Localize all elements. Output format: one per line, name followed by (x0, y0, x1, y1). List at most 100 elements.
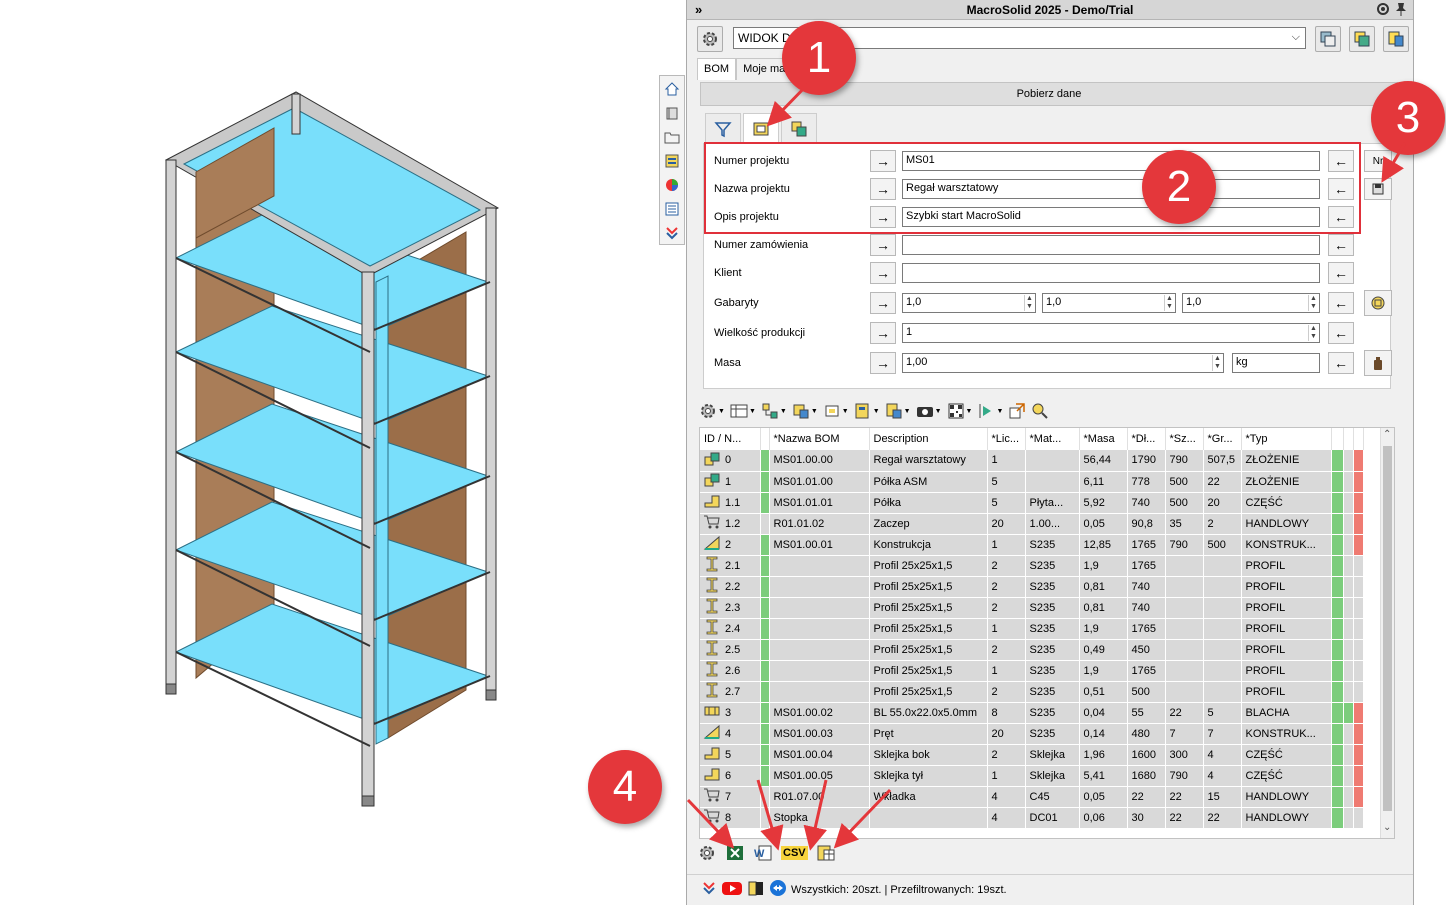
structure-button[interactable]: ▼ (759, 400, 789, 422)
column-header-mass[interactable]: *Masa (1079, 428, 1128, 450)
macrosolid-logo-icon[interactable] (701, 880, 717, 899)
project-name-field[interactable]: Regał warsztatowy (902, 179, 1320, 199)
list-icon[interactable] (661, 198, 683, 220)
pull-left-button[interactable]: ← (1328, 178, 1354, 200)
spinner-icon[interactable]: ▲ ▼ (1308, 325, 1318, 341)
view-action-button-2[interactable] (1349, 26, 1375, 52)
table-row[interactable]: 2.5 Profil 25x25x1,5 2 S235 0,49 450 PROFIL (700, 639, 1364, 661)
rename-button[interactable]: ▼ (883, 400, 913, 422)
run-macro-button[interactable]: ▼ (975, 400, 1005, 422)
push-right-button[interactable]: → (870, 150, 896, 172)
dimension-2-field[interactable]: 1,0 ▲ ▼ (1042, 293, 1176, 313)
home-icon[interactable] (661, 78, 683, 100)
column-header-bom-name[interactable]: *Nazwa BOM (769, 428, 870, 450)
scroll-down-icon[interactable]: ⌄ (1383, 822, 1391, 833)
spinner-icon[interactable]: ▲ ▼ (1212, 355, 1222, 371)
column-header-type[interactable]: *Typ (1241, 428, 1332, 450)
tab-project-data[interactable] (743, 113, 779, 143)
column-header-id[interactable]: ID / N... (700, 428, 761, 450)
pull-left-button[interactable]: ← (1328, 150, 1354, 172)
youtube-icon[interactable] (721, 880, 743, 899)
scrollbar-thumb[interactable] (1383, 446, 1392, 811)
search-button[interactable] (1029, 400, 1051, 422)
options-gear-button[interactable] (697, 26, 723, 52)
pull-left-button[interactable]: ← (1328, 322, 1354, 344)
table-row[interactable]: 2.1 Profil 25x25x1,5 2 S235 1,9 1765 PROFIL (700, 555, 1364, 577)
pull-left-button[interactable]: ← (1328, 234, 1354, 256)
order-number-field[interactable] (902, 235, 1320, 255)
spinner-icon[interactable]: ▲ ▼ (1164, 295, 1174, 311)
screenshot-button[interactable]: ▼ (914, 400, 944, 422)
pull-left-button[interactable]: ← (1328, 352, 1354, 374)
dimension-1-field[interactable]: 1,0 ▲ ▼ (902, 293, 1036, 313)
dimension-3-field[interactable]: 1,0 ▲ ▼ (1182, 293, 1320, 313)
project-description-field[interactable]: Szybki start MacroSolid (902, 207, 1320, 227)
table-row[interactable]: 1.2 R01.01.02 Zaczep 20 1.00... 0,05 90,8 35 2 HA… (700, 513, 1364, 535)
drawing-button[interactable]: ▼ (852, 400, 882, 422)
table-row[interactable]: 3 MS01.00.02 BL 55.0x22.0x5.0mm 8 S235 0,04 55… (700, 702, 1364, 724)
production-size-field[interactable]: 1 ▲ ▼ (902, 323, 1320, 343)
measure-dimensions-button[interactable] (1364, 290, 1392, 316)
push-right-button[interactable]: → (870, 234, 896, 256)
column-header-width[interactable]: *Sz... (1165, 428, 1204, 450)
table-row[interactable]: 8 Stopka 4 DC01 0,06 30 22 22 HANDLOWY (700, 807, 1364, 829)
spinner-icon[interactable]: ▲ ▼ (1308, 295, 1318, 311)
table-row[interactable]: 2.2 Profil 25x25x1,5 2 S235 0,81 740 PROFIL (700, 576, 1364, 598)
table-row[interactable]: 2.6 Profil 25x25x1,5 1 S235 1,9 1765 PROFIL (700, 660, 1364, 682)
pull-left-button[interactable]: ← (1328, 292, 1354, 314)
push-right-button[interactable]: → (870, 178, 896, 200)
macrosolid-icon[interactable] (661, 222, 683, 244)
table-row[interactable]: 2.3 Profil 25x25x1,5 2 S235 0,81 740 PROFIL (700, 597, 1364, 619)
pull-left-button[interactable]: ← (1328, 206, 1354, 228)
table-row[interactable]: 1 MS01.01.00 Półka ASM 5 6,11 778 500 22 ZŁOŻENI… (700, 471, 1364, 493)
export-csv-button[interactable]: CSV (781, 842, 808, 864)
view-action-button-1[interactable] (1315, 26, 1341, 52)
properties-icon[interactable] (661, 150, 683, 172)
column-header-description[interactable]: Description (869, 428, 988, 450)
table-row[interactable]: 2 MS01.00.01 Konstrukcja 1 S235 12,85 1765 790 5… (700, 534, 1364, 556)
scroll-up-icon[interactable]: ⌃ (1383, 429, 1391, 440)
cad-viewport[interactable] (0, 0, 660, 905)
column-header-material[interactable]: *Mat... (1025, 428, 1080, 450)
column-header-length[interactable]: *Dł... (1127, 428, 1166, 450)
table-row[interactable]: 4 MS01.00.03 Pręt 20 S235 0,14 480 7 7 KONSTRUK..… (700, 723, 1364, 745)
qr-code-button[interactable]: ▼ (945, 400, 975, 422)
open-external-button[interactable] (1006, 400, 1028, 422)
settings-gear-icon[interactable] (1375, 1, 1391, 20)
teamviewer-icon[interactable] (769, 879, 787, 900)
pin-icon[interactable] (1394, 1, 1408, 20)
table-scrollbar[interactable]: ⌃ ⌄ (1380, 428, 1394, 838)
appearance-icon[interactable] (661, 174, 683, 196)
tab-bom[interactable]: BOM (697, 58, 737, 80)
push-right-button[interactable]: → (870, 206, 896, 228)
pull-left-button[interactable]: ← (1328, 262, 1354, 284)
part-library-icon[interactable] (661, 102, 683, 124)
table-row[interactable]: 2.7 Profil 25x25x1,5 2 S235 0,51 500 PROFIL (700, 681, 1364, 703)
table-row[interactable]: 0 MS01.00.00 Regał warsztatowy 1 56,44 1790 79… (700, 450, 1364, 472)
push-right-button[interactable]: → (870, 322, 896, 344)
export-excel-button[interactable] (725, 842, 745, 864)
column-header-quantity[interactable]: *Lic... (987, 428, 1026, 450)
save-project-button[interactable] (1364, 178, 1392, 200)
push-right-button[interactable]: → (870, 352, 896, 374)
table-row[interactable]: 7 R01.07.00 Wkładka 4 C45 0,05 22 22 15 HANDLOWY (700, 786, 1364, 808)
tab-custom-properties[interactable] (781, 113, 817, 143)
export-table-button[interactable] (816, 842, 836, 864)
mass-field[interactable]: 1,00 ▲ ▼ (902, 353, 1224, 373)
component-button[interactable]: ▼ (821, 400, 851, 422)
folder-icon[interactable] (661, 126, 683, 148)
table-row[interactable]: 1.1 MS01.01.01 Półka 5 Płyta... 5,92 740 500 20 C… (700, 492, 1364, 514)
table-layout-button[interactable]: ▼ (728, 400, 758, 422)
view-action-button-3[interactable] (1383, 26, 1409, 52)
mass-unit-field[interactable]: kg (1232, 353, 1320, 373)
nr-button[interactable]: Nr (1364, 150, 1392, 172)
project-number-field[interactable]: MS01 (902, 151, 1320, 171)
client-field[interactable] (902, 263, 1320, 283)
export-word-button[interactable]: W (753, 842, 773, 864)
bom-settings-button[interactable]: ▼ (697, 400, 727, 422)
mass-properties-button[interactable] (1364, 350, 1392, 376)
table-row[interactable]: 5 MS01.00.04 Sklejka bok 2 Sklejka 1,96 1600 30… (700, 744, 1364, 766)
push-right-button[interactable]: → (870, 292, 896, 314)
column-header-thickness[interactable]: *Gr... (1203, 428, 1242, 450)
help-book-icon[interactable] (747, 880, 765, 899)
